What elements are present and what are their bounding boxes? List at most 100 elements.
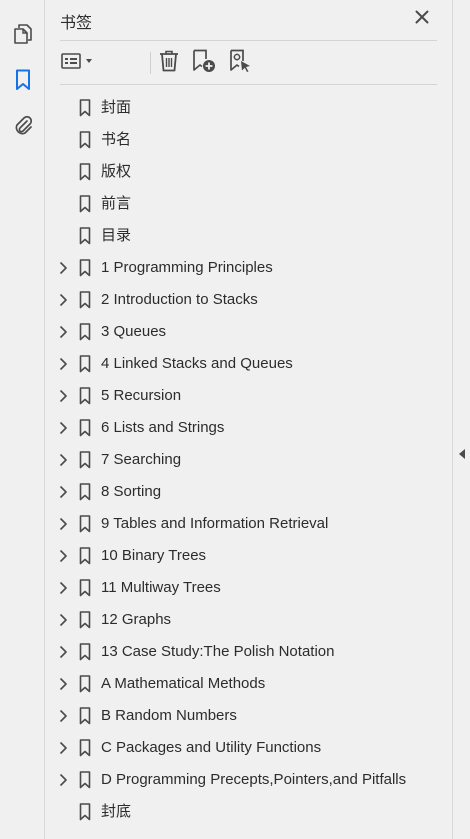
bookmark-label: 书名 [101,131,132,148]
bookmark-item[interactable]: 12 Graphs [46,604,452,636]
bookmark-icon [79,771,91,789]
bookmark-item[interactable]: 书名 [46,124,452,156]
bookmark-icon [79,515,91,533]
bookmark-label: B Random Numbers [101,707,237,724]
toolbar-separator [150,52,151,74]
panel-header: 书签 [46,0,452,40]
bookmark-label: 目录 [101,227,132,244]
chevron-right-icon[interactable] [56,772,70,788]
bookmark-label: 7 Searching [101,451,182,468]
collapse-pane-button[interactable] [456,447,468,465]
bookmark-icon [79,675,91,693]
bookmark-item[interactable]: C Packages and Utility Functions [46,732,452,764]
bookmark-label: 封面 [101,99,132,116]
bookmark-icon [79,547,91,565]
bookmark-label: 3 Queues [101,323,167,340]
bookmark-icon [79,387,91,405]
chevron-right-icon[interactable] [56,452,70,468]
header-divider [60,40,437,41]
bookmark-icon [79,419,91,437]
bookmark-label: 12 Graphs [101,611,172,628]
bookmark-item[interactable]: 封底 [46,796,452,828]
chevron-right-icon[interactable] [56,580,70,596]
delete-bookmark-icon [159,50,179,77]
bookmark-item[interactable]: 13 Case Study:The Polish Notation [46,636,452,668]
chevron-right-icon[interactable] [56,356,70,372]
bookmark-icon [79,803,91,821]
bookmark-item[interactable]: B Random Numbers [46,700,452,732]
bookmark-from-selection-button[interactable] [226,47,254,79]
chevron-right-icon[interactable] [56,420,70,436]
chevron-right-icon[interactable] [56,708,70,724]
bookmark-icon [79,707,91,725]
bookmarks-panel: 书签 封面 书名 版权 前言 目录 1 Programming Principl… [46,0,452,839]
chevron-right-icon[interactable] [56,548,70,564]
bookmark-item[interactable]: 目录 [46,220,452,252]
chevron-right-icon[interactable] [56,516,70,532]
attachments-button[interactable] [0,109,45,141]
options-menu-icon [61,52,97,75]
bookmark-item[interactable]: 11 Multiway Trees [46,572,452,604]
bookmark-icon [79,483,91,501]
bookmark-item[interactable]: 封面 [46,92,452,124]
toolbar-divider [60,84,437,85]
chevron-right-icon[interactable] [56,292,70,308]
bookmark-item[interactable]: 1 Programming Principles [46,252,452,284]
chevron-right-icon[interactable] [56,484,70,500]
bookmark-icon [79,323,91,341]
bookmark-label: 版权 [101,163,132,180]
bookmark-item[interactable]: 3 Queues [46,316,452,348]
bookmark-icon [79,99,91,117]
bookmark-icon [79,451,91,469]
bookmark-item[interactable]: 6 Lists and Strings [46,412,452,444]
bookmark-icon [79,131,91,149]
bookmark-item[interactable]: D Programming Precepts,Pointers,and Pitf… [46,764,452,796]
bookmark-item[interactable]: 4 Linked Stacks and Queues [46,348,452,380]
bookmark-item[interactable]: 5 Recursion [46,380,452,412]
bookmark-item[interactable]: 7 Searching [46,444,452,476]
bookmark-icon [79,643,91,661]
bookmark-item[interactable]: 8 Sorting [46,476,452,508]
bookmark-label: 5 Recursion [101,387,182,404]
bookmark-icon [79,611,91,629]
pages-icon [13,23,33,45]
chevron-right-icon[interactable] [56,324,70,340]
page-thumbnails-button[interactable] [0,18,45,50]
bookmark-item[interactable]: 2 Introduction to Stacks [46,284,452,316]
bookmark-icon [79,259,91,277]
chevron-right-icon[interactable] [56,644,70,660]
options-menu-button[interactable] [60,47,98,79]
new-bookmark-button[interactable] [190,47,218,79]
chevron-right-icon[interactable] [56,612,70,628]
chevron-right-icon[interactable] [56,676,70,692]
bookmark-item[interactable]: 前言 [46,188,452,220]
bookmark-icon [79,227,91,245]
bookmark-label: 11 Multiway Trees [101,579,221,596]
bookmark-label: 封底 [101,803,132,820]
triangle-left-icon [458,447,466,465]
bookmark-label: 10 Binary Trees [101,547,207,564]
bookmarks-panel-button[interactable] [0,64,45,96]
bookmark-label: 2 Introduction to Stacks [101,291,258,308]
pane-resize-strip [452,0,470,839]
chevron-right-icon[interactable] [56,740,70,756]
bookmark-item[interactable]: 版权 [46,156,452,188]
bookmark-icon [79,579,91,597]
panel-title: 书签 [60,15,93,32]
chevron-right-icon[interactable] [56,260,70,276]
close-panel-button[interactable] [411,8,433,30]
bookmark-item[interactable]: A Mathematical Methods [46,668,452,700]
bookmark-label: 4 Linked Stacks and Queues [101,355,293,372]
bookmark-from-selection-icon [228,49,252,78]
delete-bookmark-button[interactable] [156,47,182,79]
chevron-right-icon[interactable] [56,388,70,404]
bookmark-label: A Mathematical Methods [101,675,266,692]
bookmark-icon [79,291,91,309]
left-nav-rail [0,0,45,839]
bookmark-icon [79,163,91,181]
bookmark-item[interactable]: 10 Binary Trees [46,540,452,572]
bookmark-label: D Programming Precepts,Pointers,and Pitf… [101,771,407,788]
bookmark-label: 13 Case Study:The Polish Notation [101,643,335,660]
bookmark-icon [79,739,91,757]
bookmark-item[interactable]: 9 Tables and Information Retrieval [46,508,452,540]
